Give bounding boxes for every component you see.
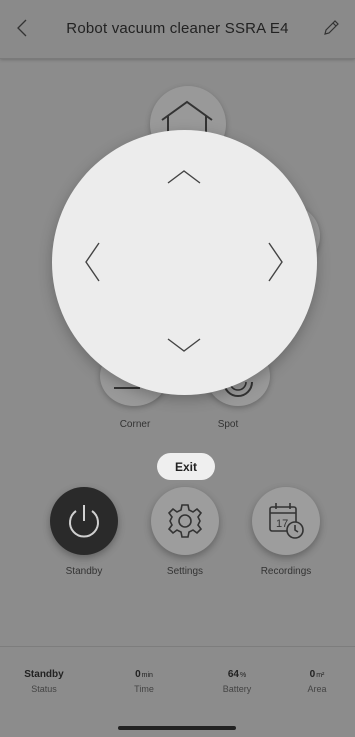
settings-button[interactable]	[151, 487, 219, 555]
stat-label: Status	[31, 684, 57, 694]
chevron-right-icon	[268, 242, 283, 282]
move-up-button[interactable]	[154, 158, 214, 194]
stat-unit: min	[141, 672, 153, 679]
recordings-button[interactable]: 17	[252, 487, 320, 555]
move-right-button[interactable]	[258, 232, 294, 292]
stat-status: Standby Status	[14, 669, 74, 694]
move-down-button[interactable]	[154, 328, 214, 364]
stat-label: Battery	[222, 684, 252, 694]
spot-label: Spot	[217, 419, 239, 430]
recordings-label: Recordings	[260, 566, 312, 577]
direction-pad	[52, 130, 317, 395]
page-title: Robot vacuum cleaner SSRA E4	[66, 20, 289, 37]
stat-battery: 64% Battery	[207, 669, 267, 694]
power-icon	[69, 505, 99, 538]
back-button[interactable]	[10, 14, 34, 42]
stat-label: Area	[307, 684, 327, 694]
stat-area: 0m² Area	[287, 669, 347, 694]
top-bar: Robot vacuum cleaner SSRA E4	[0, 0, 355, 59]
gear-icon	[167, 504, 203, 538]
stat-value: 0	[135, 669, 141, 680]
standby-button[interactable]	[50, 487, 118, 555]
move-left-button[interactable]	[74, 232, 110, 292]
chevron-up-icon	[167, 170, 201, 184]
settings-label: Settings	[166, 566, 204, 577]
corner-label: Corner	[119, 419, 151, 430]
chevron-left-icon	[17, 19, 27, 37]
stat-value: 0	[309, 669, 316, 680]
chevron-left-icon	[85, 242, 100, 282]
stat-value: Standby	[24, 669, 64, 680]
chevron-down-icon	[167, 338, 201, 352]
stat-unit: m²	[316, 672, 325, 679]
calendar-day-number: 17	[276, 518, 288, 530]
calendar-clock-icon: 17	[269, 503, 304, 539]
exit-button[interactable]: Exit	[157, 453, 215, 480]
stat-unit: %	[239, 672, 247, 679]
stat-value: 64	[227, 669, 239, 680]
edit-button[interactable]	[317, 14, 345, 42]
stat-time: 0min Time	[114, 669, 174, 694]
home-indicator[interactable]	[118, 726, 236, 730]
standby-label: Standby	[65, 566, 103, 577]
pencil-icon	[324, 20, 339, 35]
status-bar: Standby Status 0min Time 64% Battery 0m²…	[0, 646, 355, 707]
stat-label: Time	[134, 684, 154, 694]
